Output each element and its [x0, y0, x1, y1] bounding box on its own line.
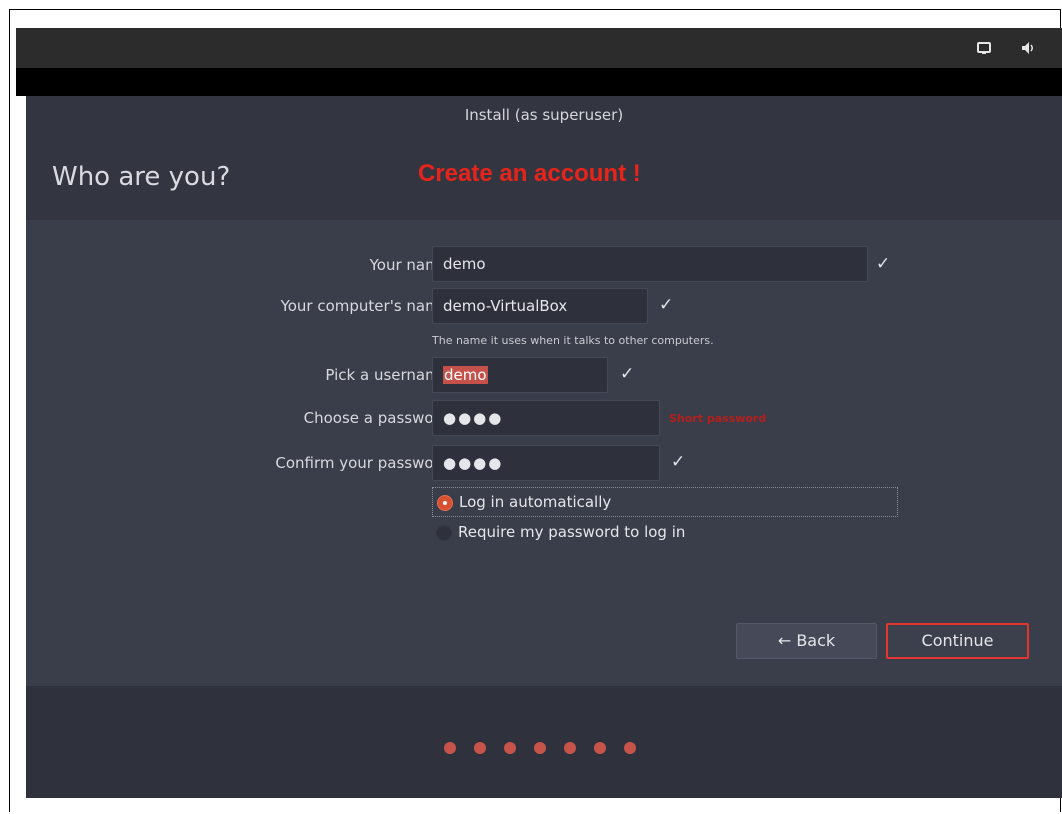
- login-automatically-option[interactable]: Log in automatically: [432, 487, 898, 517]
- radio-unselected-icon[interactable]: [436, 525, 452, 541]
- window-title: Install (as superuser): [464, 106, 624, 124]
- system-top-bar: [16, 28, 1062, 68]
- progress-dot: [534, 742, 546, 754]
- progress-dot: [594, 742, 606, 754]
- installer-footer: [26, 686, 1062, 798]
- confirm-password-check-icon: ✓: [671, 452, 686, 472]
- computer-name-label: Your computer's name:: [280, 297, 454, 315]
- require-password-label: Require my password to log in: [458, 523, 686, 541]
- username-check-icon: ✓: [620, 364, 635, 384]
- annotation-label: Create an account !: [418, 160, 641, 187]
- continue-button[interactable]: Continue: [886, 623, 1029, 659]
- confirm-password-field[interactable]: ●●●●: [432, 445, 660, 481]
- password-value: ●●●●: [443, 409, 504, 427]
- progress-dot: [474, 742, 486, 754]
- computer-name-value: demo-VirtualBox: [443, 297, 568, 315]
- installer-header: Install (as superuser) Who are you? Crea…: [26, 96, 1062, 220]
- computer-name-check-icon: ✓: [659, 295, 674, 315]
- name-check-icon: ✓: [876, 254, 891, 274]
- back-button[interactable]: ← Back: [736, 623, 877, 659]
- progress-dot: [564, 742, 576, 754]
- radio-selected-icon[interactable]: [437, 495, 453, 511]
- progress-dot: [444, 742, 456, 754]
- display-icon[interactable]: [974, 38, 994, 58]
- require-password-option[interactable]: Require my password to log in: [432, 518, 898, 548]
- login-automatically-label: Log in automatically: [459, 493, 612, 511]
- progress-dot: [504, 742, 516, 754]
- computer-name-hint: The name it uses when it talks to other …: [432, 334, 714, 347]
- computer-name-field[interactable]: demo-VirtualBox: [432, 288, 648, 324]
- name-value: demo: [443, 255, 486, 273]
- name-field[interactable]: demo: [432, 246, 868, 282]
- password-strength: Short password: [669, 412, 767, 425]
- volume-icon[interactable]: [1018, 38, 1038, 58]
- confirm-password-value: ●●●●: [443, 454, 504, 472]
- progress-dot: [624, 742, 636, 754]
- confirm-password-label: Confirm your password:: [275, 454, 454, 472]
- top-bar-shadow: [16, 68, 1062, 96]
- installer-window: Install (as superuser) Who are you? Crea…: [26, 96, 1062, 798]
- username-value: demo: [443, 366, 488, 384]
- page-heading: Who are you?: [52, 162, 231, 192]
- username-field[interactable]: demo: [432, 357, 608, 393]
- password-field[interactable]: ●●●●: [432, 400, 660, 436]
